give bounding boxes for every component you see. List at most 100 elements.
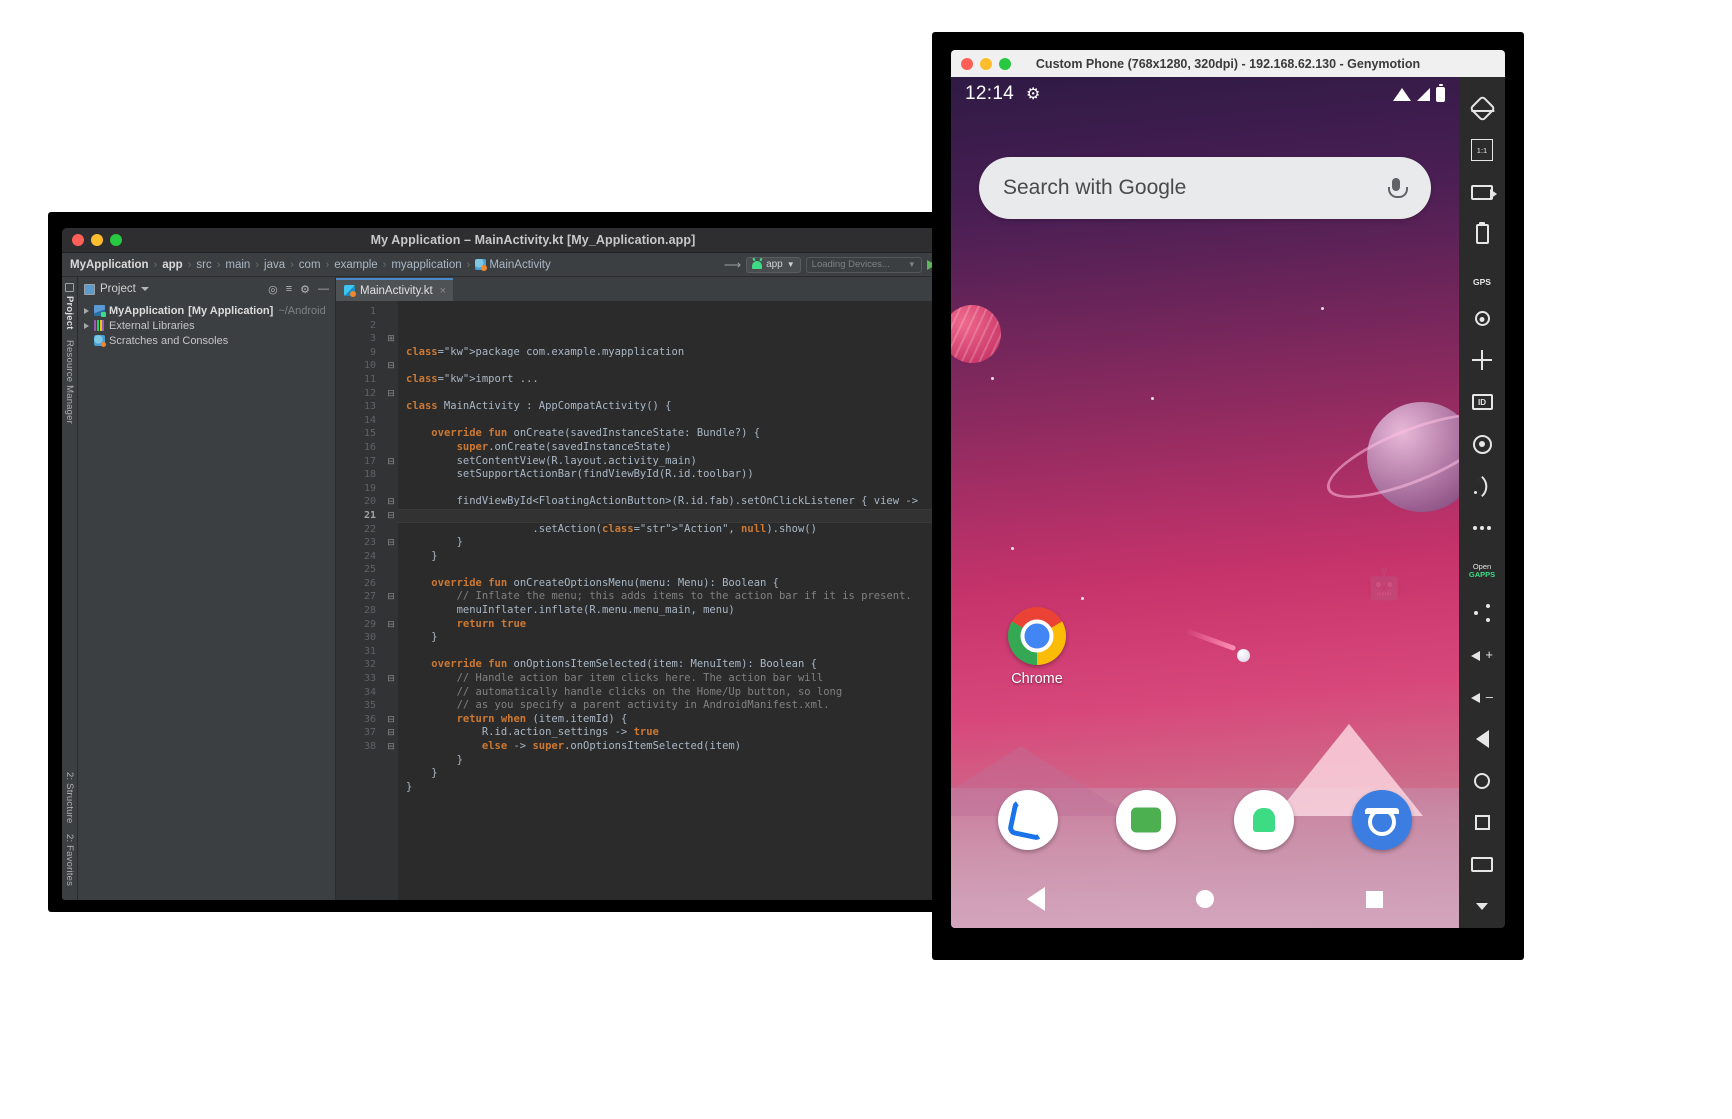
code-line[interactable]: } — [406, 767, 992, 781]
rail-item-structure[interactable]: 2: Structure — [64, 772, 75, 824]
device-selector[interactable]: Loading Devices... ▼ — [805, 256, 922, 273]
rail-item-project[interactable]: Project — [64, 296, 75, 330]
back-icon[interactable] — [1459, 718, 1505, 760]
code-line[interactable]: } — [406, 536, 992, 550]
play-store-icon[interactable] — [1234, 790, 1294, 850]
fold-toggle-icon[interactable]: ⊟ — [384, 713, 398, 727]
code-line[interactable]: } — [406, 550, 992, 564]
camera-icon[interactable] — [1352, 790, 1412, 850]
code-line[interactable]: override fun onCreate(savedInstanceState… — [406, 427, 992, 441]
battery-icon[interactable] — [1459, 213, 1505, 255]
code-line[interactable]: findViewById<FloatingActionButton>(R.id.… — [406, 495, 992, 509]
collapse-all-icon[interactable]: ≡ — [286, 283, 292, 295]
volume-down-icon[interactable] — [1459, 676, 1505, 718]
fold-toggle-icon[interactable]: ⊟ — [384, 387, 398, 401]
identifiers-icon[interactable]: ID — [1459, 381, 1505, 423]
code-line[interactable]: // automatically handle clicks on the Ho… — [406, 686, 992, 700]
locate-icon[interactable]: ◎ — [268, 283, 278, 296]
code-line[interactable] — [406, 387, 992, 401]
code-line[interactable]: // Inflate the menu; this adds items to … — [406, 590, 992, 604]
nav-home-icon[interactable] — [1196, 890, 1215, 908]
code-line[interactable] — [406, 414, 992, 428]
project-toolwindow-icon[interactable] — [65, 283, 74, 292]
google-search-bar[interactable]: Search with Google — [979, 157, 1431, 219]
breadcrumb-myapplication-pkg[interactable]: myapplication — [391, 259, 461, 271]
run-configuration-selector[interactable]: app ▼ — [746, 256, 801, 273]
microphone-icon[interactable] — [1385, 177, 1408, 199]
collapse-icon[interactable] — [1459, 886, 1505, 928]
code-line[interactable] — [406, 359, 992, 373]
code-line[interactable]: // as you specify a parent activity in A… — [406, 699, 992, 713]
fold-toggle-icon[interactable]: ⊟ — [384, 495, 398, 509]
fold-toggle-icon[interactable]: ⊟ — [384, 726, 398, 740]
opengapps-icon[interactable]: Open GAPPS — [1459, 550, 1505, 592]
fold-toggle-icon[interactable]: ⊟ — [384, 536, 398, 550]
code-line[interactable]: return when (item.itemId) { — [406, 713, 992, 727]
breadcrumb-main[interactable]: main — [225, 259, 250, 271]
breadcrumb-example[interactable]: example — [334, 259, 377, 271]
nav-back-icon[interactable] — [1026, 887, 1045, 911]
tree-node-external-libraries[interactable]: External Libraries — [78, 318, 335, 333]
code-line[interactable] — [406, 482, 992, 496]
search-input[interactable]: Search with Google — [1003, 176, 1186, 200]
disk-io-icon[interactable] — [1459, 423, 1505, 465]
phone-icon[interactable] — [998, 790, 1058, 850]
tree-node-scratches[interactable]: Scratches and Consoles — [78, 333, 335, 348]
fold-toggle-icon[interactable]: ⊟ — [384, 618, 398, 632]
expand-arrow-icon[interactable] — [84, 307, 89, 314]
code-line[interactable] — [406, 563, 992, 577]
breadcrumb-src[interactable]: src — [196, 259, 211, 271]
fold-toggle-icon[interactable]: ⊟ — [384, 590, 398, 604]
code-text[interactable]: class="kw">package com.example.myapplica… — [398, 301, 992, 900]
volume-up-icon[interactable] — [1459, 634, 1505, 676]
chevron-down-icon[interactable] — [140, 287, 149, 291]
fold-toggle-icon[interactable]: ⊟ — [384, 509, 398, 523]
code-line[interactable]: // Handle action bar item clicks here. T… — [406, 672, 992, 686]
rotate-icon[interactable] — [1459, 87, 1505, 129]
code-folding-gutter[interactable]: ⊞ ⊟ ⊟ ⊟ ⊟ ⊟ ⊟ ⊟ ⊟ ⊟ ⊟ ⊟ ⊟ — [384, 301, 398, 900]
network-icon[interactable] — [1459, 465, 1505, 507]
code-line[interactable]: R.id.action_settings -> true — [406, 726, 992, 740]
code-line[interactable]: } — [406, 781, 992, 795]
fold-toggle-icon[interactable]: ⊟ — [384, 740, 398, 754]
code-line[interactable]: Snackbar.make(view, class="str">"Replace… — [406, 509, 992, 523]
rail-item-resource-manager[interactable]: Resource Manager — [64, 340, 75, 424]
tree-node-myapplication[interactable]: MyApplication [My Application] ~/Android — [78, 303, 335, 318]
breadcrumb-app[interactable]: app — [162, 259, 182, 271]
code-line[interactable]: .setAction(class="str">"Action", null).s… — [406, 523, 992, 537]
code-line[interactable]: class MainActivity : AppCompatActivity()… — [406, 400, 992, 414]
code-line[interactable]: setSupportActionBar(findViewById(R.id.to… — [406, 468, 992, 482]
breadcrumb-myapplication[interactable]: MyApplication — [70, 259, 149, 271]
fold-toggle-icon[interactable]: ⊟ — [384, 672, 398, 686]
nav-recents-icon[interactable] — [1366, 890, 1384, 908]
screencast-icon[interactable] — [1459, 171, 1505, 213]
expand-arrow-icon[interactable] — [84, 322, 89, 329]
gear-icon[interactable]: ⚙ — [1026, 84, 1040, 104]
keyboard-icon[interactable] — [1459, 844, 1505, 886]
rail-item-favorites[interactable]: 2: Favorites — [64, 834, 75, 886]
code-line[interactable]: menuInflater.inflate(R.menu.menu_main, m… — [406, 604, 992, 618]
app-icon-chrome[interactable]: Chrome — [991, 607, 1083, 687]
recents-icon[interactable] — [1459, 802, 1505, 844]
gps-icon[interactable]: GPS — [1459, 255, 1505, 297]
home-icon[interactable] — [1459, 760, 1505, 802]
more-icon[interactable] — [1459, 507, 1505, 549]
breadcrumb-com[interactable]: com — [299, 259, 321, 271]
fold-toggle-icon[interactable]: ⊞ — [384, 332, 398, 346]
share-icon[interactable] — [1459, 592, 1505, 634]
tab-mainactivity-kt[interactable]: MainActivity.kt × — [336, 278, 454, 301]
location-icon[interactable] — [1459, 297, 1505, 339]
code-line[interactable]: } — [406, 631, 992, 645]
code-line[interactable]: class="kw">import ... — [406, 373, 992, 387]
scale-1to1-icon[interactable]: 1:1 — [1459, 129, 1505, 171]
gear-icon[interactable]: ⚙ — [300, 283, 310, 296]
code-line[interactable]: override fun onOptionsItemSelected(item:… — [406, 658, 992, 672]
code-editor[interactable]: 1 2 3 9 10 11 12 13 14 15 16 17 18 19 20 21 22 23 24 25 26 27… — [336, 301, 1004, 900]
code-line[interactable]: setContentView(R.layout.activity_main) — [406, 455, 992, 469]
fold-toggle-icon[interactable]: ⊟ — [384, 455, 398, 469]
code-line[interactable]: else -> super.onOptionsItemSelected(item… — [406, 740, 992, 754]
android-device-screen[interactable]: 🤖 12:14 ⚙ Search with Google Chrome — [951, 77, 1459, 928]
breadcrumb-java[interactable]: java — [264, 259, 285, 271]
close-icon[interactable]: × — [440, 285, 446, 297]
hide-panel-icon[interactable]: — — [318, 283, 329, 295]
